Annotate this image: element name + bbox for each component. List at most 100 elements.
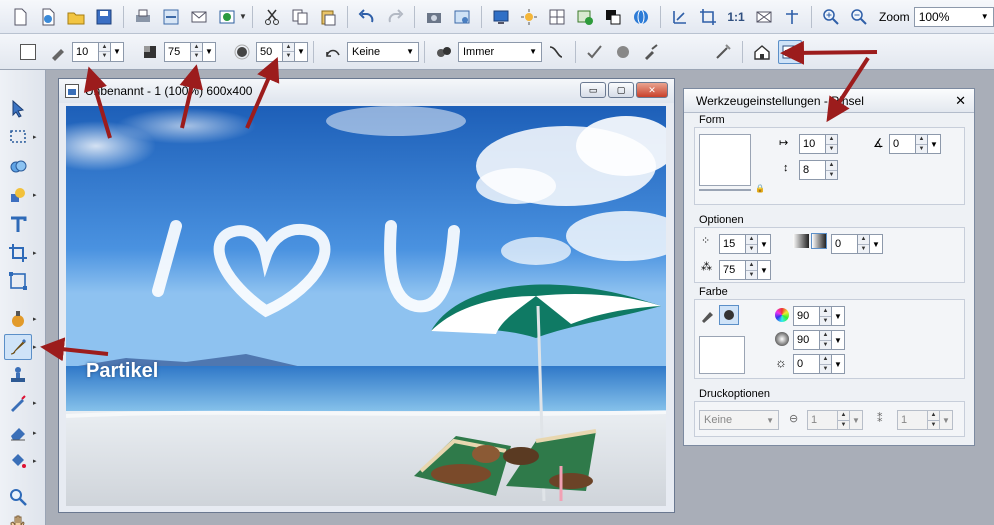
- width-stepper[interactable]: 10 ▲ ▼: [799, 134, 838, 154]
- gradient-toggle-icon[interactable]: [811, 233, 827, 249]
- chevron-down-icon[interactable]: ▼: [832, 354, 845, 374]
- hue-field[interactable]: 90: [793, 306, 819, 326]
- camera-icon[interactable]: [422, 5, 446, 29]
- settings-wand-icon[interactable]: [711, 40, 735, 64]
- chevron-down-icon[interactable]: ▼: [758, 260, 771, 280]
- opacity-field[interactable]: 75: [164, 41, 190, 62]
- chevron-down-icon[interactable]: ▼: [758, 234, 771, 254]
- brush-tool-icon[interactable]: [4, 334, 32, 360]
- size-stepper[interactable]: 10 ▲ ▼ ▼: [72, 41, 124, 62]
- brightness-field[interactable]: 0: [793, 354, 819, 374]
- panel-titlebar[interactable]: Werkzeugeinstellungen - Pinsel ✕: [684, 89, 974, 113]
- density-stepper[interactable]: 15 ▲ ▼ ▼: [719, 234, 771, 254]
- save-icon[interactable]: [92, 5, 116, 29]
- actual-size-button[interactable]: 1:1: [724, 5, 748, 29]
- chevron-right-icon[interactable]: ▸: [33, 399, 37, 407]
- height-field[interactable]: 8: [799, 160, 825, 180]
- chevron-right-icon[interactable]: ▸: [33, 133, 37, 141]
- retouch-tool-icon[interactable]: [4, 390, 32, 416]
- chevron-right-icon[interactable]: ▸: [33, 457, 37, 465]
- chevron-right-icon[interactable]: ▸: [33, 343, 37, 351]
- width-field[interactable]: 10: [799, 134, 825, 154]
- brush-color-icon[interactable]: [699, 306, 717, 324]
- chevron-down-icon[interactable]: ▼: [940, 410, 953, 430]
- envelope-icon[interactable]: [752, 5, 776, 29]
- color-preview[interactable]: [699, 336, 745, 374]
- brightness-icon[interactable]: [517, 5, 541, 29]
- transform-tool-icon[interactable]: [4, 268, 32, 294]
- shape-tool-icon[interactable]: [4, 182, 32, 208]
- brush-check-icon[interactable]: [639, 40, 663, 64]
- text-tool-icon[interactable]: [4, 212, 32, 238]
- maximize-button[interactable]: ▢: [608, 82, 634, 98]
- cut-icon[interactable]: [260, 5, 284, 29]
- check-brush-icon[interactable]: [583, 40, 607, 64]
- apply-mode-select[interactable]: Immer ▼: [458, 41, 542, 62]
- stepper-arrows[interactable]: ▲ ▼: [190, 41, 203, 62]
- stepper-arrows[interactable]: ▲ ▼: [98, 41, 111, 62]
- resize-icon[interactable]: [668, 5, 692, 29]
- chevron-down-icon[interactable]: ▼: [870, 234, 883, 254]
- chevron-down-icon[interactable]: ▼: [832, 306, 845, 326]
- flow-stepper[interactable]: 75 ▲ ▼ ▼: [719, 260, 771, 280]
- pattern-icon[interactable]: [611, 40, 635, 64]
- image-canvas[interactable]: [66, 106, 666, 506]
- preview-slider[interactable]: [699, 189, 751, 191]
- zoom-select[interactable]: 100% ▼: [913, 6, 994, 27]
- selection-tool-icon[interactable]: [4, 124, 32, 150]
- pressure-mode-select[interactable]: Keine ▼: [699, 410, 779, 430]
- tool-settings-toggle-icon[interactable]: [778, 39, 802, 64]
- paste-icon[interactable]: [316, 5, 340, 29]
- screen-icon[interactable]: [489, 5, 513, 29]
- pressure-size-stepper[interactable]: 1 ▲ ▼ ▼: [807, 410, 863, 430]
- print-icon[interactable]: [131, 5, 155, 29]
- crop-icon[interactable]: [696, 5, 720, 29]
- flow-field[interactable]: 75: [719, 260, 745, 280]
- stepper-arrows[interactable]: ▲ ▼: [745, 260, 758, 280]
- grid-icon[interactable]: [545, 5, 569, 29]
- home-icon[interactable]: [750, 40, 774, 64]
- pressure-size-field[interactable]: 1: [807, 410, 837, 430]
- open-folder-icon[interactable]: [64, 5, 88, 29]
- zoom-out-icon[interactable]: [847, 5, 871, 29]
- hue-stepper[interactable]: 90 ▲ ▼ ▼: [793, 306, 845, 326]
- photo-settings-icon[interactable]: [450, 5, 474, 29]
- chevron-right-icon[interactable]: ▸: [33, 315, 37, 323]
- close-button[interactable]: ✕: [636, 82, 668, 98]
- density-field[interactable]: 15: [719, 234, 745, 254]
- brightness-stepper[interactable]: 0 ▲ ▼ ▼: [793, 354, 845, 374]
- stamp-tool-icon[interactable]: [4, 362, 32, 388]
- chevron-down-icon[interactable]: ▼: [111, 41, 124, 62]
- copy-icon[interactable]: [288, 5, 312, 29]
- chevron-down-icon[interactable]: ▼: [239, 12, 247, 21]
- stepper-arrows[interactable]: ▲ ▼: [857, 234, 870, 254]
- email-icon[interactable]: [187, 5, 211, 29]
- curve-icon[interactable]: [544, 40, 568, 64]
- minimize-button[interactable]: ▭: [580, 82, 606, 98]
- stepper-arrows[interactable]: ▲ ▼: [819, 330, 832, 350]
- stepper-arrows[interactable]: ▲ ▼: [837, 410, 850, 430]
- eraser-tool-icon[interactable]: [4, 420, 32, 446]
- lock-icon[interactable]: 🔒: [755, 184, 765, 193]
- open-globe-icon[interactable]: [36, 5, 60, 29]
- pressure-opacity-field[interactable]: 1: [897, 410, 927, 430]
- blend-mode-select[interactable]: Keine ▼: [347, 41, 419, 62]
- saturation-field[interactable]: 90: [793, 330, 819, 350]
- chevron-down-icon[interactable]: ▼: [928, 134, 941, 154]
- bucket-tool-icon[interactable]: [4, 448, 32, 474]
- color-swatch[interactable]: [20, 43, 36, 60]
- stepper-arrows[interactable]: ▲ ▼: [915, 134, 928, 154]
- stepper-arrows[interactable]: ▲ ▼: [819, 354, 832, 374]
- size-field[interactable]: 10: [72, 41, 98, 62]
- chevron-right-icon[interactable]: ▸: [33, 249, 37, 257]
- chevron-down-icon[interactable]: ▼: [850, 410, 863, 430]
- softness-stepper[interactable]: 50 ▲ ▼ ▼: [256, 41, 308, 62]
- lasso-tool-icon[interactable]: [4, 154, 32, 180]
- stepper-arrows[interactable]: ▲ ▼: [745, 234, 758, 254]
- color-icon[interactable]: [601, 5, 625, 29]
- browser-icon[interactable]: [215, 5, 239, 29]
- stepper-arrows[interactable]: ▲ ▼: [825, 160, 838, 180]
- stepper-arrows[interactable]: ▲ ▼: [282, 41, 295, 62]
- scan-icon[interactable]: [159, 5, 183, 29]
- softness-field[interactable]: 50: [256, 41, 282, 62]
